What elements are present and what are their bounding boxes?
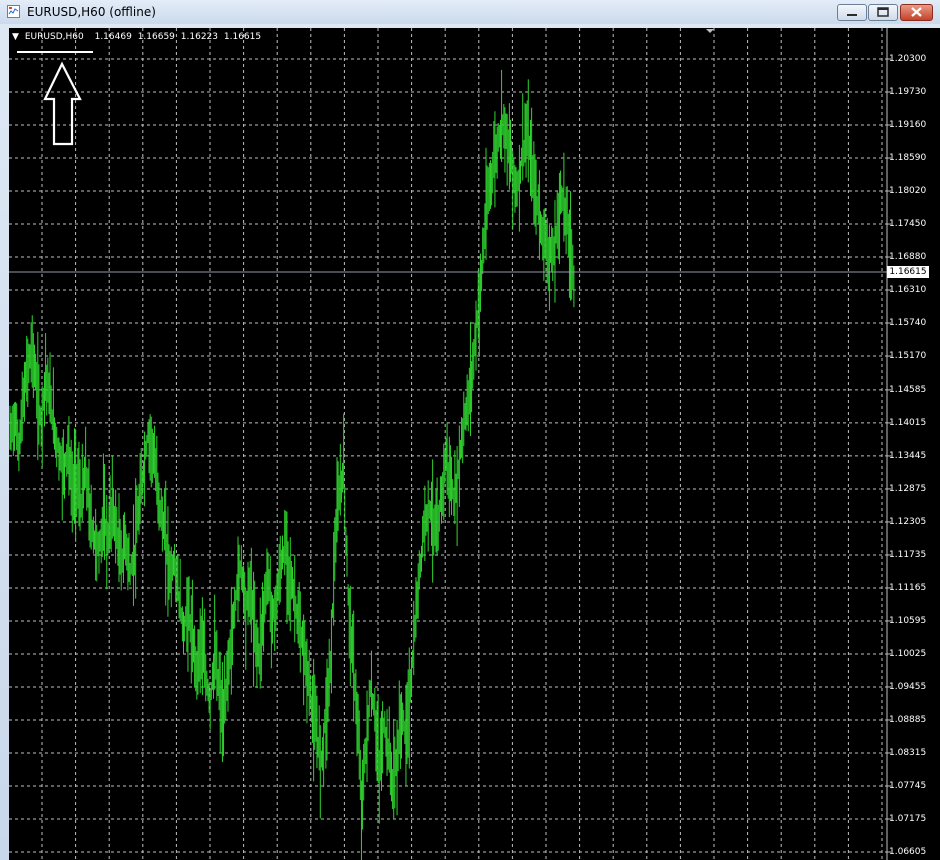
price-chart[interactable]: ▼ EURUSD,H60 1.16469 1.16659 1.16223 1.1… (9, 28, 940, 860)
price-scale-label: 1.17450 (889, 219, 927, 230)
price-scale-label: 1.14015 (889, 417, 927, 428)
minimize-icon (847, 14, 857, 16)
price-scale-label: 1.09455 (889, 681, 927, 692)
price-scale-label: 1.10025 (889, 648, 927, 659)
price-scale-label: 1.08885 (889, 714, 927, 725)
price-scale-label: 1.18020 (889, 186, 927, 197)
title-bar[interactable]: EURUSD,H60 (offline) (0, 0, 940, 24)
symbol-name: EURUSD,H60 (24, 32, 84, 42)
price-scale-label: 1.19730 (889, 87, 927, 97)
chart-canvas[interactable] (9, 28, 940, 860)
price-scale-label: 1.18590 (889, 153, 927, 164)
chart-window-icon[interactable] (7, 5, 20, 18)
price-scale-label: 1.07745 (889, 780, 927, 791)
price-scale-label: 1.15170 (889, 351, 927, 362)
price-scale-label: 1.10595 (889, 615, 927, 626)
symbol-info-line[interactable]: ▼ EURUSD,H60 1.16469 1.16659 1.16223 1.1… (12, 31, 264, 43)
price-scale-label: 1.15740 (889, 318, 927, 329)
price-scale-label: 1.12875 (889, 483, 927, 494)
price-scale-label: 1.19160 (889, 120, 927, 130)
close-value: 1.16615 (223, 32, 262, 42)
price-scale-label: 1.14585 (889, 384, 927, 395)
price-scale-label: 1.16310 (889, 285, 927, 296)
price-bars (9, 69, 575, 860)
low-value: 1.16223 (180, 32, 218, 42)
dropdown-triangle-icon[interactable]: ▼ (12, 31, 22, 43)
price-scale-label: 1.07175 (889, 813, 927, 824)
close-icon (911, 7, 922, 17)
current-price-tag: 1.16615 (887, 266, 929, 278)
open-value: 1.16469 (94, 32, 132, 42)
up-arrow-icon (43, 61, 82, 146)
restore-icon (877, 7, 889, 17)
price-scale-label: 1.06605 (889, 847, 927, 857)
price-scale-label: 1.16880 (889, 252, 927, 263)
high-value: 1.16659 (137, 32, 175, 42)
price-scale-label: 1.12305 (889, 516, 927, 527)
chart-window: EURUSD,H60 (offline) ▼ EURUSD,H60 1.1646… (0, 0, 940, 860)
price-scale-label: 1.13445 (889, 450, 927, 461)
restore-button[interactable] (868, 4, 898, 21)
window-title: EURUSD,H60 (offline) (27, 5, 156, 19)
price-scale-label: 1.11735 (889, 549, 927, 560)
minimize-button[interactable] (837, 4, 867, 21)
price-scale-label: 1.08315 (889, 747, 927, 758)
price-scale-label: 1.20300 (889, 54, 927, 64)
chart-shift-marker-icon[interactable] (706, 29, 714, 33)
price-scale-label: 1.11165 (889, 582, 927, 593)
chart-grid (9, 28, 891, 860)
close-button[interactable] (900, 4, 933, 21)
